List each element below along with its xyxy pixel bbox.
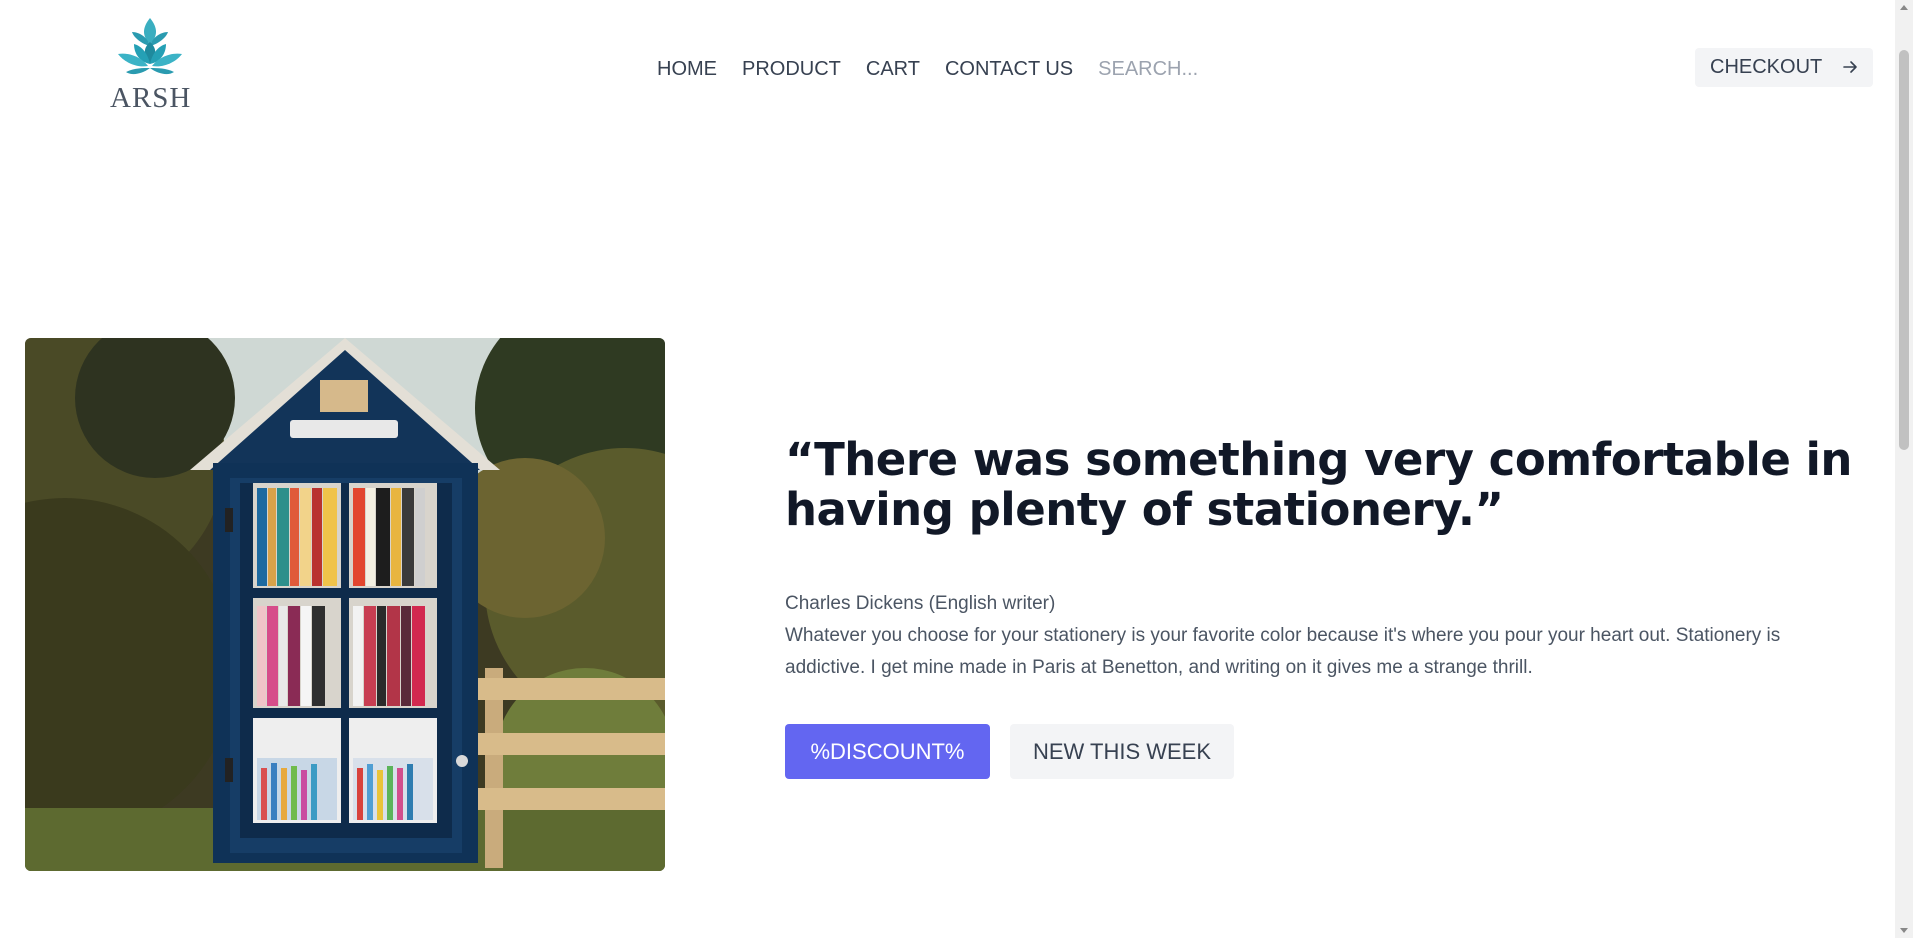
- scroll-down-icon[interactable]: [1900, 928, 1908, 933]
- nav-product[interactable]: PRODUCT: [742, 58, 841, 81]
- new-this-week-button[interactable]: NEW THIS WEEK: [1010, 724, 1234, 779]
- hero-buttons: %DISCOUNT% NEW THIS WEEK: [785, 724, 1855, 779]
- brand-name: ARSH: [110, 82, 192, 114]
- discount-button[interactable]: %DISCOUNT%: [785, 724, 990, 779]
- scroll-thumb[interactable]: [1899, 50, 1909, 450]
- checkout-button[interactable]: CHECKOUT: [1695, 48, 1873, 87]
- page: ARSH HOME PRODUCT CART CONTACT US CHECKO…: [0, 0, 1913, 938]
- hero-content: “There was something very comfortable in…: [785, 435, 1855, 779]
- search-input[interactable]: [1098, 57, 1249, 81]
- hero-image: [25, 338, 665, 871]
- quote-author: Charles Dickens (English writer): [785, 593, 1056, 614]
- checkout-label: CHECKOUT: [1710, 56, 1823, 78]
- hero-quote: “There was something very comfortable in…: [785, 433, 1852, 536]
- vertical-scrollbar[interactable]: [1895, 0, 1913, 938]
- main-nav: HOME PRODUCT CART CONTACT US: [657, 52, 1249, 86]
- nav-cart[interactable]: CART: [866, 58, 920, 81]
- logo[interactable]: ARSH: [110, 16, 190, 116]
- lotus-icon: [118, 18, 182, 75]
- arrow-right-icon: [1843, 61, 1857, 73]
- scroll-up-icon[interactable]: [1900, 5, 1908, 10]
- header: ARSH HOME PRODUCT CART CONTACT US CHECKO…: [0, 0, 1895, 140]
- nav-contact-us[interactable]: CONTACT US: [945, 58, 1073, 81]
- nav-home[interactable]: HOME: [657, 58, 717, 81]
- hero-description: Whatever you choose for your stationery …: [785, 625, 1781, 678]
